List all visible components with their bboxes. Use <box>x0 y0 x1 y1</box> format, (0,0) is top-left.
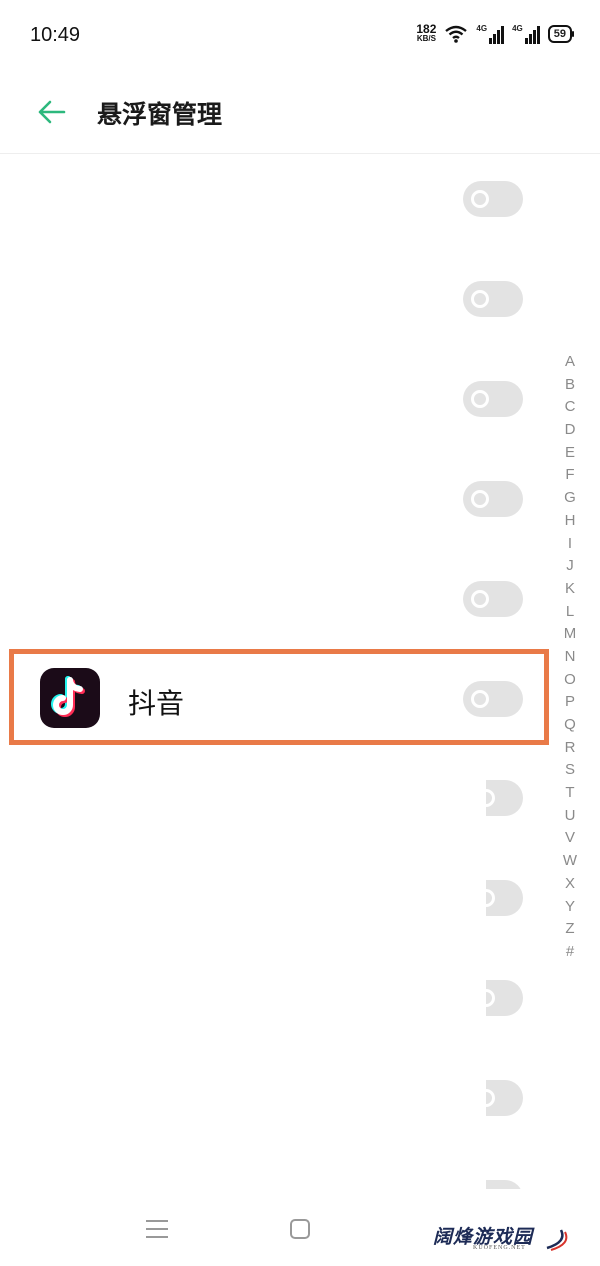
network-speed-unit: KB/S <box>416 34 436 43</box>
floating-window-toggle[interactable] <box>477 780 523 816</box>
alphabet-index[interactable]: A B C D E F G H I J K L M N O P Q R S T U V W X Y Z # <box>556 351 584 964</box>
highlight-box <box>9 649 549 745</box>
list-item <box>0 249 560 349</box>
floating-window-toggle[interactable] <box>463 281 523 317</box>
watermark-logo: 阔烽游戏园 KUOFENG.NET <box>433 1222 573 1256</box>
floating-window-toggle[interactable] <box>477 980 523 1016</box>
floating-window-toggle[interactable] <box>463 181 523 217</box>
floating-window-toggle[interactable] <box>463 381 523 417</box>
index-letter[interactable]: G <box>564 487 576 510</box>
index-letter[interactable]: H <box>565 510 576 533</box>
index-letter[interactable]: U <box>565 805 576 828</box>
floating-window-toggle[interactable] <box>477 880 523 916</box>
index-letter[interactable]: O <box>564 669 576 692</box>
menu-icon[interactable] <box>146 1220 168 1240</box>
floating-window-toggle[interactable] <box>477 1080 523 1116</box>
index-letter[interactable]: # <box>566 941 574 964</box>
list-item <box>0 449 560 549</box>
index-letter[interactable]: I <box>568 533 572 556</box>
index-letter[interactable]: T <box>565 782 574 805</box>
back-button[interactable] <box>34 94 70 130</box>
index-letter[interactable]: M <box>564 623 577 646</box>
swoosh-icon <box>546 1229 568 1251</box>
index-letter[interactable]: L <box>566 601 574 624</box>
network-speed-value: 182 <box>416 22 437 36</box>
watermark-subtext: KUOFENG.NET <box>473 1245 526 1251</box>
list-item <box>0 749 560 849</box>
floating-window-toggle[interactable] <box>486 1180 523 1189</box>
list-item <box>0 349 560 449</box>
signal-tag: 4G <box>512 24 523 33</box>
wifi-icon <box>445 25 468 43</box>
list-item <box>0 549 560 649</box>
index-letter[interactable]: C <box>565 396 576 419</box>
index-letter[interactable]: D <box>565 419 576 442</box>
list-item <box>0 849 560 949</box>
index-letter[interactable]: J <box>566 555 574 578</box>
index-letter[interactable]: S <box>565 759 575 782</box>
index-letter[interactable]: Y <box>565 896 575 919</box>
home-icon[interactable] <box>290 1219 310 1239</box>
index-letter[interactable]: A <box>565 351 575 374</box>
status-icons: 182 KB/S 4G 4G 59 <box>416 22 575 44</box>
status-time: 10:49 <box>30 24 81 46</box>
list-item <box>0 149 560 249</box>
status-bar: 10:49 182 KB/S 4G 4G 59 <box>0 0 600 70</box>
battery-icon: 59 <box>547 25 575 43</box>
network-speed: 182 KB/S <box>416 22 437 44</box>
page-title: 悬浮窗管理 <box>97 100 223 129</box>
index-letter[interactable]: K <box>565 578 575 601</box>
index-letter[interactable]: E <box>565 442 575 465</box>
signal-icon: 4G <box>476 24 505 44</box>
arrow-left-icon <box>38 100 66 124</box>
index-letter[interactable]: B <box>565 374 575 397</box>
list-item <box>0 1049 560 1149</box>
signal-icon: 4G <box>512 24 540 44</box>
index-letter[interactable]: F <box>565 464 574 487</box>
list-item <box>0 949 560 1049</box>
list-item <box>0 1149 560 1189</box>
index-letter[interactable]: X <box>565 873 575 896</box>
signal-tag: 4G <box>476 24 488 33</box>
index-letter[interactable]: W <box>563 850 577 873</box>
index-letter[interactable]: V <box>565 827 575 850</box>
index-letter[interactable]: P <box>565 691 575 714</box>
floating-window-toggle[interactable] <box>463 481 523 517</box>
index-letter[interactable]: N <box>565 646 576 669</box>
floating-window-toggle[interactable] <box>463 581 523 617</box>
index-letter[interactable]: Z <box>565 918 574 941</box>
index-letter[interactable]: R <box>565 737 576 760</box>
app-header: 悬浮窗管理 <box>0 70 600 154</box>
index-letter[interactable]: Q <box>564 714 576 737</box>
